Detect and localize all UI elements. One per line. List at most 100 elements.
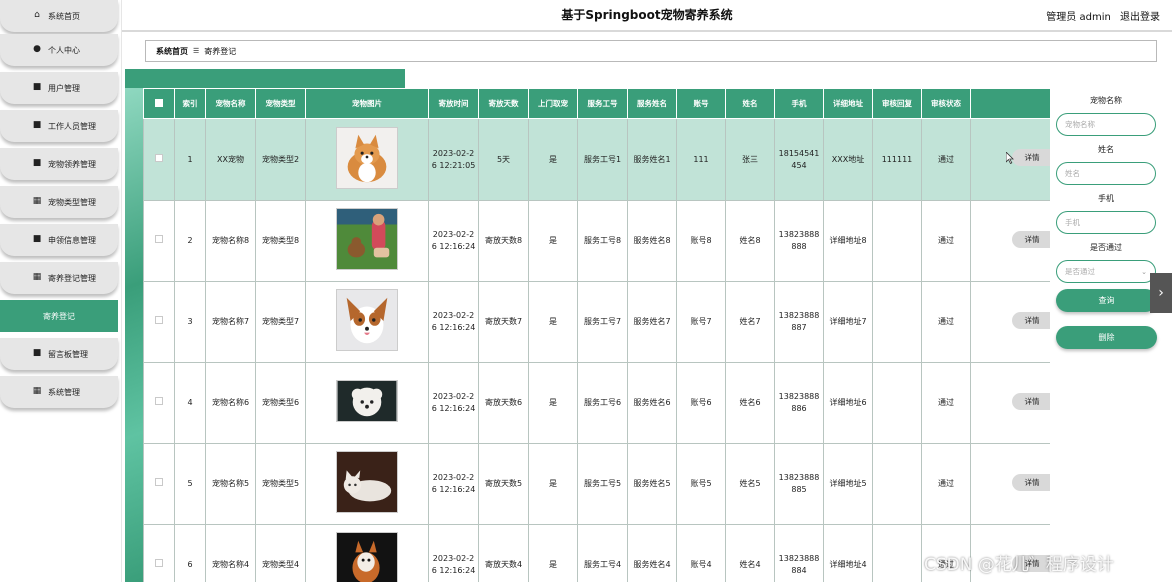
column-header-index: 索引 — [174, 88, 206, 119]
column-header-address: 详细地址 — [823, 88, 873, 119]
sidebar-item-2[interactable]: ■ 用户管理 — [0, 72, 118, 104]
review-reply-cell — [872, 443, 922, 525]
pet-type-cell: 宠物类型7 — [255, 281, 306, 363]
pet-type-cell: 宠物类型6 — [255, 362, 306, 444]
review-status-cell: 通过 — [921, 200, 971, 282]
pet-image — [336, 380, 398, 422]
delete-button[interactable]: 删除 — [1056, 326, 1157, 349]
pet-image — [336, 451, 398, 513]
row-checkbox-cell[interactable] — [143, 443, 175, 525]
address-cell: 详细地址6 — [823, 362, 873, 444]
row-checkbox-cell[interactable] — [143, 281, 175, 363]
index-cell: 2 — [174, 200, 206, 282]
pet-type-cell: 宠物类型8 — [255, 200, 306, 282]
detail-button[interactable]: 详情 — [1012, 312, 1050, 329]
row-checkbox[interactable] — [155, 559, 163, 567]
table-header-row: 索引 宠物名称 宠物类型 宠物图片 寄放时间 寄放天数 上门取宠 服务工号 服务姓名 账号 姓名 手机… — [143, 88, 1050, 119]
select-all-checkbox-cell[interactable] — [143, 88, 175, 119]
sidebar-item-7[interactable]: ▦ 寄养登记管理 — [0, 262, 118, 294]
breadcrumb-home-link[interactable]: 系统首页 — [156, 46, 188, 57]
row-checkbox-cell[interactable] — [143, 200, 175, 282]
table-row[interactable]: 4 宠物名称6 宠物类型6 2023-02-26 12:16:24 寄放天数6 是服务工号… — [143, 362, 1050, 444]
sidebar-item-4[interactable]: ■ 宠物领养管理 — [0, 148, 118, 180]
table-row[interactable]: 3 宠物名称7 宠物类型7 2023-02-26 12:16:24 寄放天数7 是服务工号… — [143, 281, 1050, 363]
sidebar-item-3[interactable]: ■ 工作人员管理 — [0, 110, 118, 142]
real-name-cell: 姓名7 — [725, 281, 775, 363]
sidebar-item-1[interactable]: ● 个人中心 — [0, 34, 118, 66]
detail-button[interactable]: 详情 — [1012, 149, 1050, 166]
detail-button[interactable]: 详情 — [1012, 393, 1050, 410]
column-header-home-pickup: 上门取宠 — [528, 88, 578, 119]
real-name-cell: 姓名5 — [725, 443, 775, 525]
row-checkbox[interactable] — [155, 316, 163, 324]
pet-type-cell: 宠物类型5 — [255, 443, 306, 525]
review-reply-cell: 111111 — [872, 118, 922, 201]
pet-image-cell — [305, 362, 429, 444]
home-pickup-cell: 是 — [528, 118, 578, 201]
sidebar-item-5[interactable]: ▦ 宠物类型管理 — [0, 186, 118, 218]
top-header: 基于Springboot宠物寄养系统 管理员 admin 退出登录 — [122, 0, 1172, 32]
sidebar-item-9[interactable]: ■ 留言板管理 — [0, 338, 118, 370]
column-header-pet-image: 宠物图片 — [305, 88, 429, 119]
column-header-actions — [970, 88, 1050, 119]
deposit-time-cell: 2023-02-26 12:16:24 — [428, 524, 479, 582]
row-checkbox[interactable] — [155, 153, 163, 162]
row-checkbox[interactable] — [155, 235, 163, 243]
sidebar-item-6[interactable]: ■ 申领信息管理 — [0, 224, 118, 256]
sidebar-item-label: 宠物领养管理 — [48, 159, 96, 169]
row-actions-cell: 详情 — [970, 362, 1050, 444]
table-row[interactable]: 1 XX宠物 宠物类型2 2023-02-26 12:21:05 5天是服务工号1 服务姓… — [143, 118, 1050, 201]
service-name-cell: 服务姓名1 — [627, 118, 677, 201]
sidebar-item-label: 个人中心 — [48, 45, 80, 55]
review-reply-cell — [872, 362, 922, 444]
account-cell: 账号8 — [676, 200, 726, 282]
address-cell: 详细地址7 — [823, 281, 873, 363]
row-checkbox-cell[interactable] — [143, 118, 175, 201]
deposit-days-cell: 寄放天数8 — [478, 200, 529, 282]
sidebar-item-label: 系统管理 — [48, 387, 80, 397]
sidebar: ⌂ 系统首页 ● 个人中心 ■ 用户管理 ■ 工作人员管理 ■ 宠物领养管理 ▦ 宠物类型管理 ■ 申领信… — [0, 0, 122, 582]
detail-button[interactable]: 详情 — [1012, 474, 1050, 491]
query-button[interactable]: 查询 — [1056, 289, 1157, 312]
column-header-phone: 手机 — [774, 88, 824, 119]
review-reply-cell — [872, 281, 922, 363]
sidebar-item-8[interactable]: 寄养登记 — [0, 300, 118, 332]
select-all-checkbox[interactable] — [155, 98, 163, 107]
column-header-pet-name: 宠物名称 — [205, 88, 256, 119]
work-no-cell: 服务工号7 — [577, 281, 628, 363]
real-name-cell: 姓名4 — [725, 524, 775, 582]
deposit-time-cell: 2023-02-26 12:16:24 — [428, 200, 479, 282]
pet-image-cell — [305, 200, 429, 282]
phone-cell: 13823888886 — [774, 362, 824, 444]
phone-input[interactable]: 手机 — [1056, 211, 1156, 234]
name-input[interactable]: 姓名 — [1056, 162, 1156, 185]
review-status-cell: 通过 — [921, 281, 971, 363]
row-checkbox[interactable] — [155, 478, 163, 486]
table-row[interactable]: 2 宠物名称8 宠物类型8 2023-02-26 12:16:24 寄放天数8 是服务工号… — [143, 200, 1050, 282]
row-actions-cell: 详情 — [970, 200, 1050, 282]
service-name-cell: 服务姓名4 — [627, 524, 677, 582]
pet-name-input[interactable]: 宠物名称 — [1056, 113, 1156, 136]
table-row[interactable]: 5 宠物名称5 宠物类型5 2023-02-26 12:16:24 寄放天数5 是服务工号… — [143, 443, 1050, 525]
phone-cell: 13823888887 — [774, 281, 824, 363]
sidebar-item-label: 申领信息管理 — [48, 235, 96, 245]
sidebar-item-label: 寄养登记 — [43, 311, 75, 321]
row-checkbox-cell[interactable] — [143, 524, 175, 582]
sidebar-item-0[interactable]: ⌂ 系统首页 — [0, 0, 118, 32]
column-header-review-reply: 审核回复 — [872, 88, 922, 119]
detail-button[interactable]: 详情 — [1012, 231, 1050, 248]
review-status-cell: 通过 — [921, 362, 971, 444]
row-checkbox-cell[interactable] — [143, 362, 175, 444]
sidebar-item-10[interactable]: ▦ 系统管理 — [0, 376, 118, 408]
address-cell: 详细地址4 — [823, 524, 873, 582]
column-header-account: 账号 — [676, 88, 726, 119]
registration-table: 索引 宠物名称 宠物类型 宠物图片 寄放时间 寄放天数 上门取宠 服务工号 服务姓名 账号 姓名 手机… — [143, 88, 1050, 582]
logout-link[interactable]: 退出登录 — [1120, 12, 1160, 23]
pass-select[interactable]: 是否通过 ⌄ — [1056, 260, 1156, 283]
chevron-right-icon[interactable]: › — [1150, 273, 1172, 313]
work-no-cell: 服务工号6 — [577, 362, 628, 444]
table-row[interactable]: 6 宠物名称4 宠物类型4 2023-02-26 12:16:24 寄放天数4 是服务工号… — [143, 524, 1050, 582]
header-user-area: 管理员 admin 退出登录 — [1040, 8, 1160, 23]
row-checkbox[interactable] — [155, 397, 163, 405]
column-header-service-name: 服务姓名 — [627, 88, 677, 119]
